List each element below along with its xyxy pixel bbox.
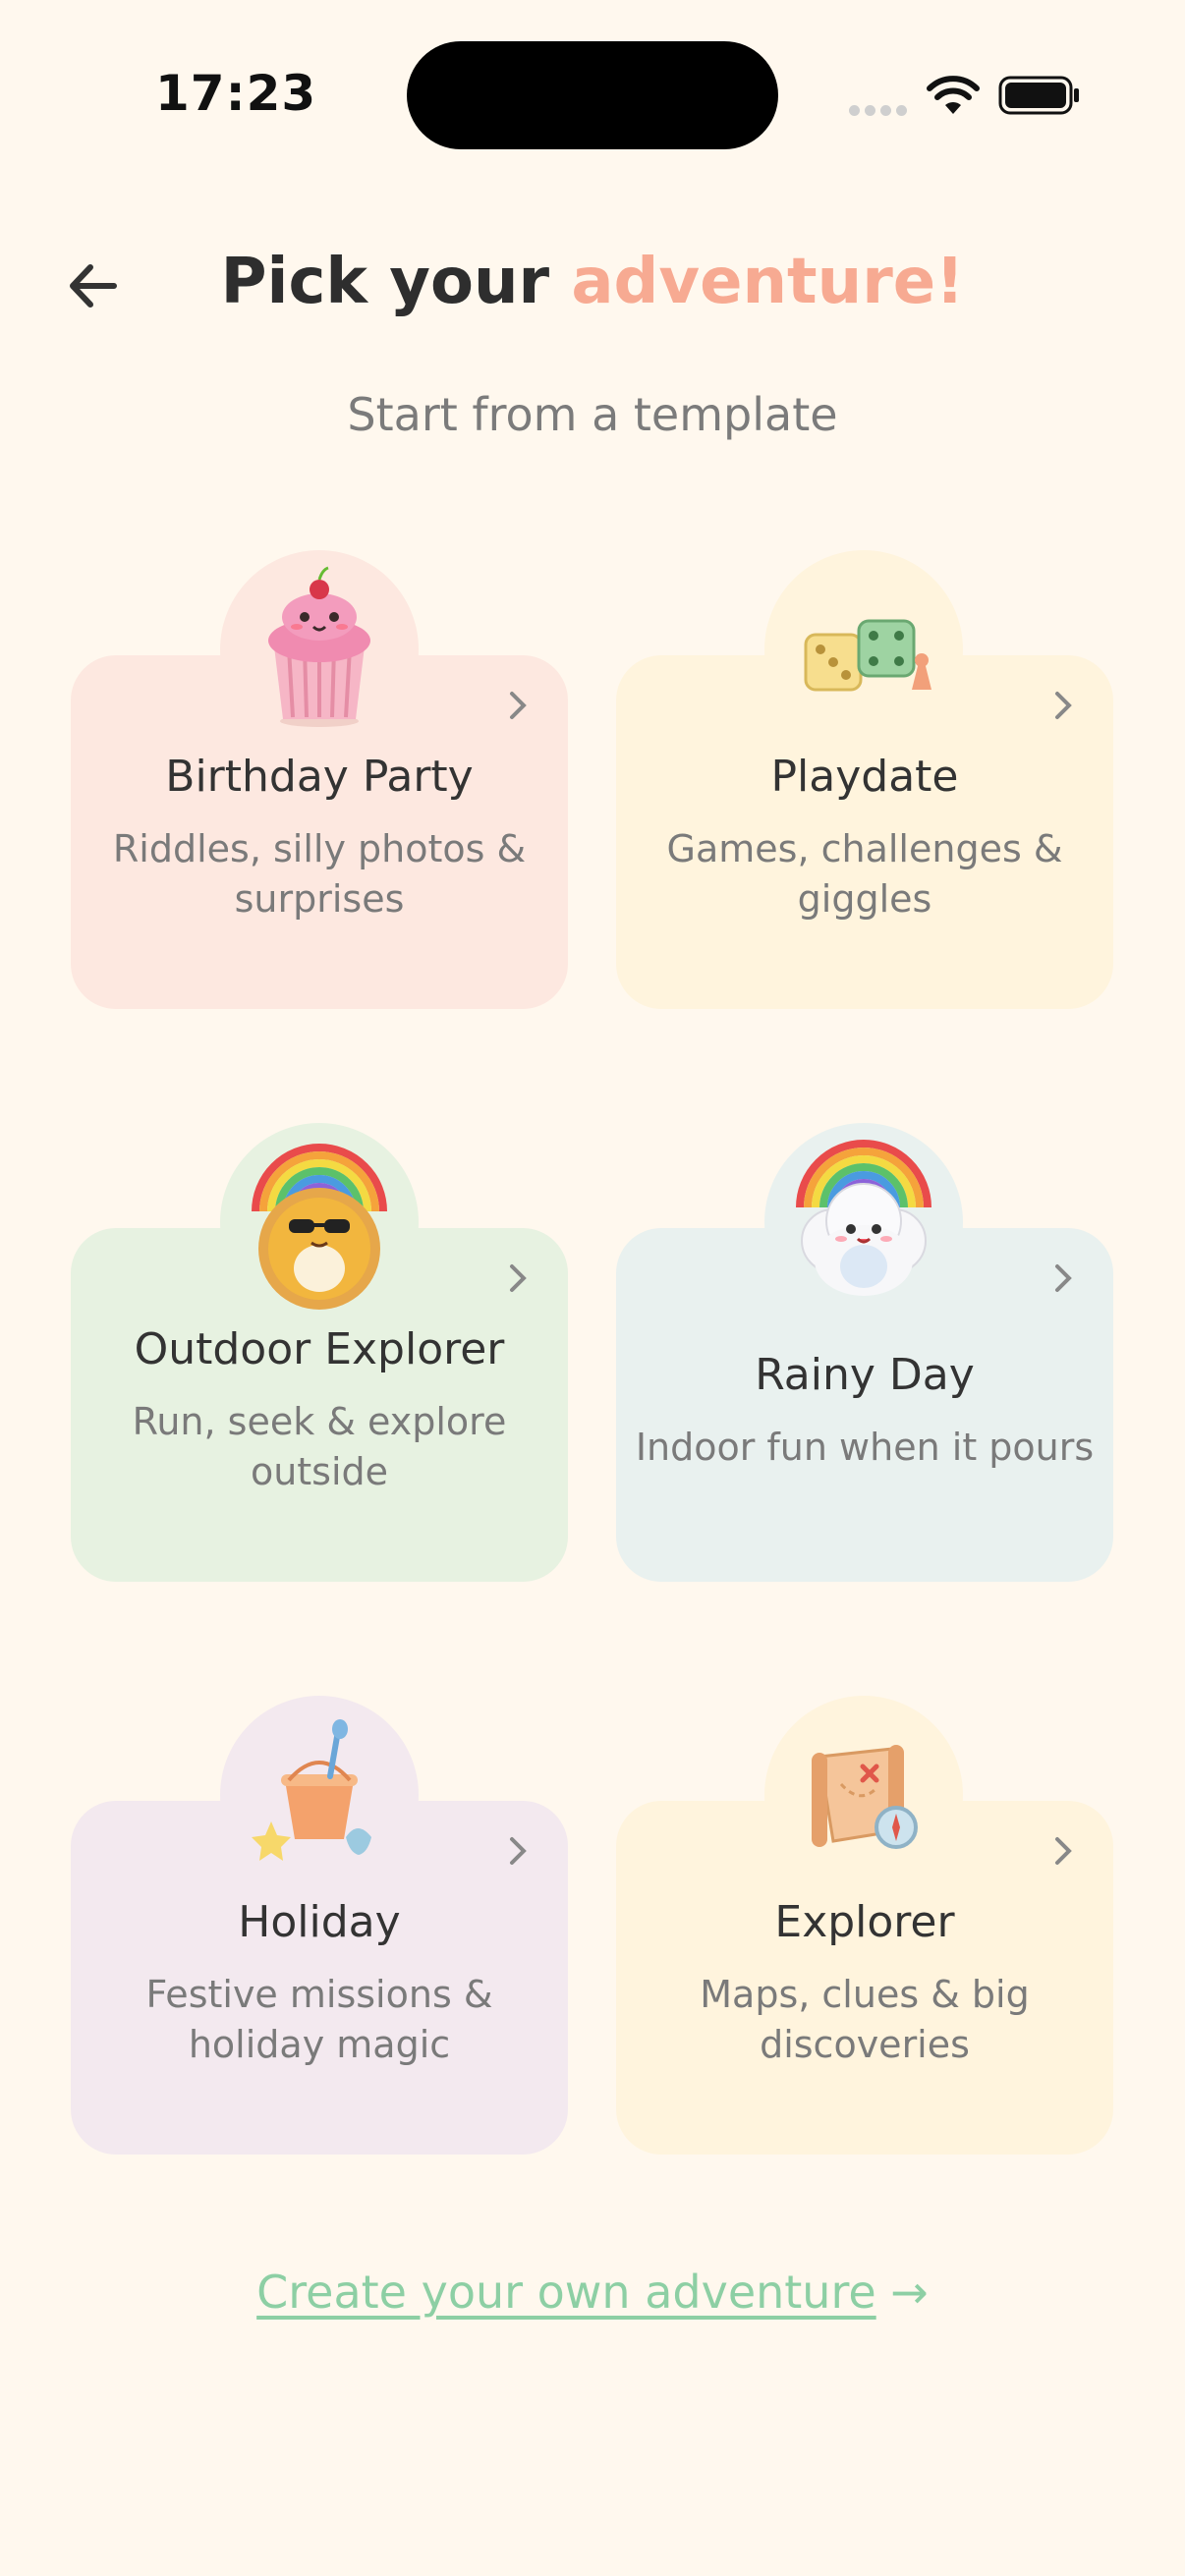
card-desc-line-1: Maps, clues & big — [700, 1973, 1030, 2016]
card-title: Rainy Day — [755, 1350, 975, 1400]
chevron-right-icon — [1055, 692, 1072, 719]
card-title: Explorer — [774, 1897, 955, 1947]
card-desc-line-1: Riddles, silly photos & — [112, 827, 527, 870]
create-own-adventure-link[interactable]: Create your own adventure → — [0, 2266, 1185, 2319]
card-title: Outdoor Explorer — [134, 1324, 505, 1374]
status-bar: 17:23 — [0, 0, 1185, 187]
card-title: Playdate — [770, 752, 959, 802]
sun-rainbow-icon — [252, 1144, 387, 1310]
battery-icon — [998, 76, 1079, 115]
chevron-right-icon — [510, 1264, 527, 1292]
card-desc-line-2: giggles — [797, 877, 932, 921]
card-desc-line-1: Games, challenges & — [666, 827, 1063, 870]
card-desc-line-2: holiday magic — [188, 2023, 451, 2066]
cloud-rainbow-icon — [796, 1140, 931, 1296]
sand-bucket-icon — [252, 1719, 371, 1861]
status-time: 17:23 — [155, 65, 317, 122]
page-subtitle: Start from a template — [347, 388, 838, 441]
card-desc-line-2: outside — [250, 1450, 389, 1493]
card-desc-line-1: Indoor fun when it pours — [635, 1426, 1095, 1469]
arrow-right-icon: → — [890, 2266, 929, 2319]
create-link-label: Create your own adventure — [256, 2266, 876, 2319]
title-main: Pick your — [220, 246, 550, 318]
cupcake-icon — [268, 566, 370, 727]
chevron-right-icon — [1055, 1837, 1072, 1865]
cellular-signal-icon — [849, 101, 912, 120]
dynamic-island — [407, 41, 778, 149]
chevron-right-icon — [510, 1837, 527, 1865]
card-title: Holiday — [238, 1897, 401, 1947]
wifi-icon — [927, 76, 980, 114]
page-title: Pick your adventure! — [0, 246, 1185, 318]
chevron-right-icon — [510, 692, 527, 719]
treasure-map-icon — [812, 1745, 918, 1849]
card-title: Birthday Party — [165, 752, 474, 802]
card-desc-line-2: surprises — [234, 877, 405, 921]
chevron-right-icon — [1055, 1264, 1072, 1292]
card-desc-line-1: Run, seek & explore — [132, 1400, 507, 1443]
title-accent: adventure! — [571, 246, 965, 318]
card-desc-line-1: Festive missions & — [145, 1973, 493, 2016]
dice-icon — [804, 619, 931, 692]
card-desc-line-2: discoveries — [760, 2023, 970, 2066]
